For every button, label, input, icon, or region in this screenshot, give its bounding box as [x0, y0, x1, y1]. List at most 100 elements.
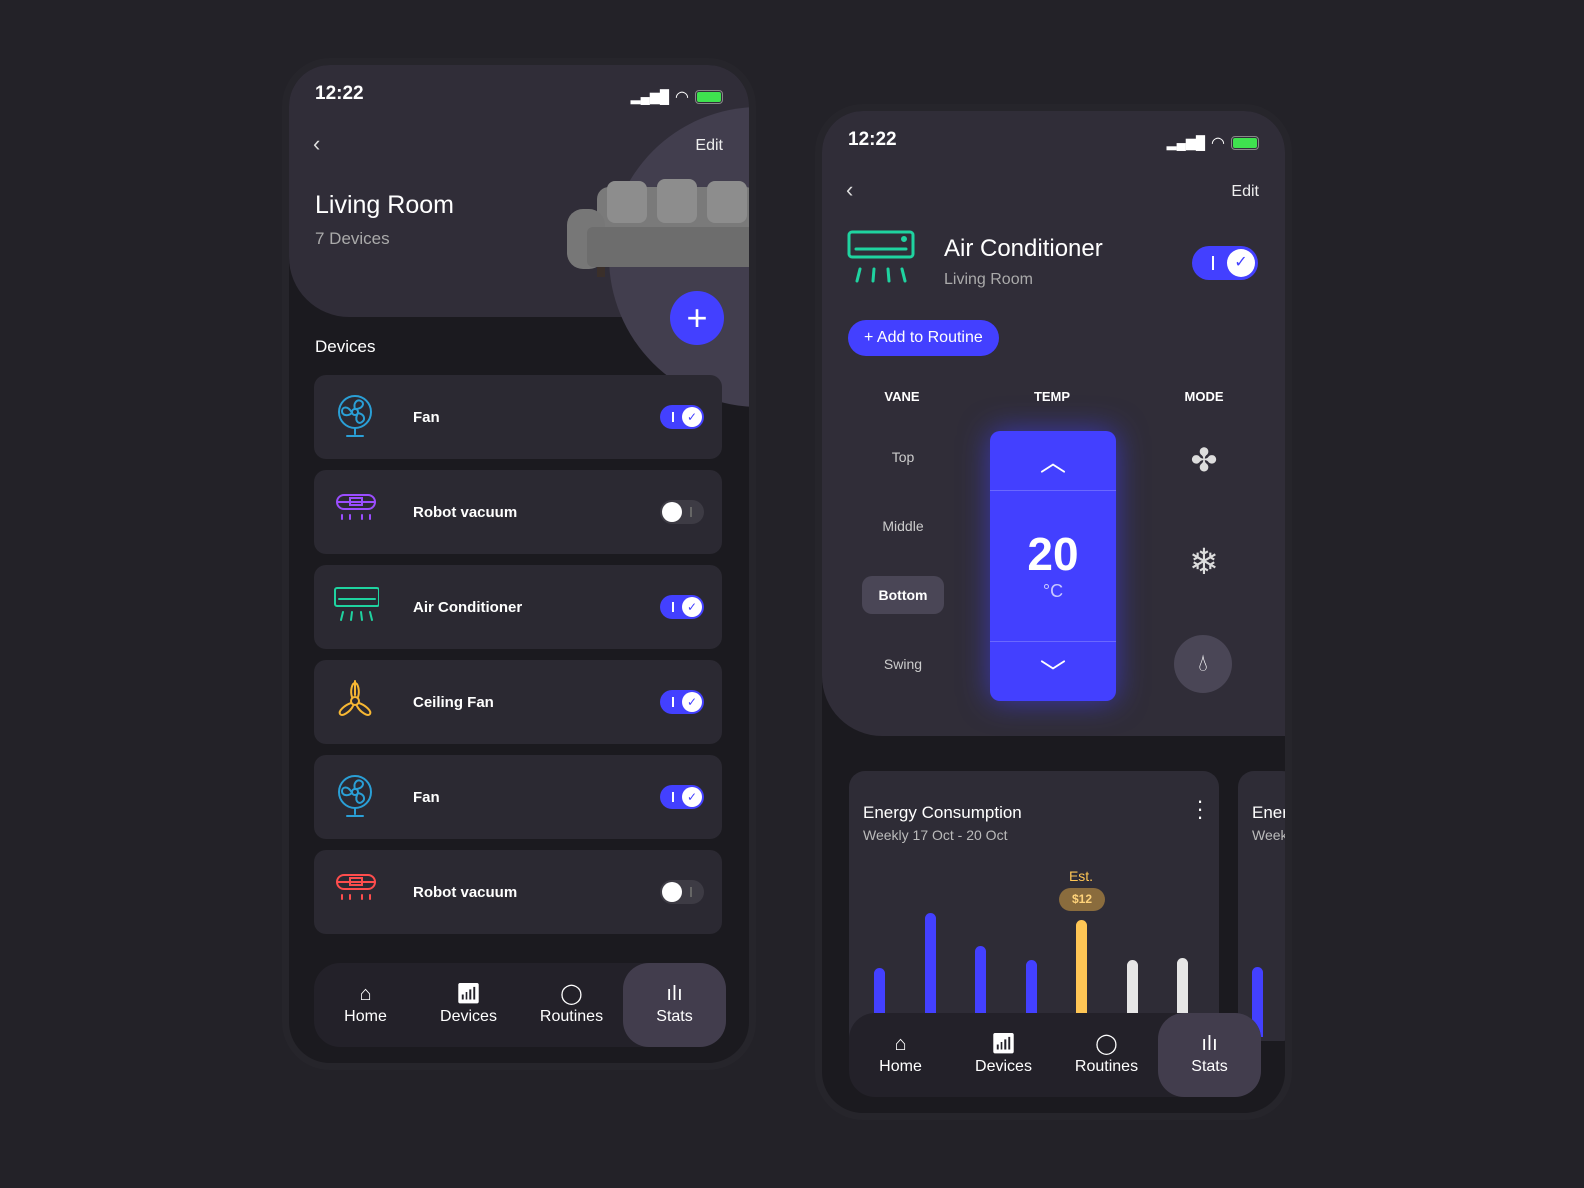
air-conditioner-phone: 12:22 ▂▄▆█ ◠ ‹ Edit Air Conditioner Livin…: [815, 104, 1292, 1120]
device-title: Air Conditioner: [944, 235, 1103, 262]
room-title: Living Room: [315, 191, 454, 219]
mode-fan-button[interactable]: ✤: [1174, 441, 1234, 485]
device-name: Ceiling Fan: [413, 693, 494, 711]
nav-devices[interactable]: 📶︎ Devices: [952, 1013, 1055, 1097]
energy-bar[interactable]: [924, 913, 936, 1013]
ceiling-fan-icon: [314, 679, 398, 725]
nav-label: Devices: [440, 1008, 497, 1025]
edit-button[interactable]: Edit: [695, 137, 723, 155]
device-name: Robot vacuum: [413, 503, 518, 521]
device-count: 7 Devices: [315, 229, 390, 248]
estimate-label: Est.: [1068, 868, 1094, 884]
temp-value: 20: [1027, 528, 1079, 580]
device-toggle[interactable]: ✓: [660, 405, 704, 429]
mode-dry-button[interactable]: 💧︎: [1174, 635, 1232, 693]
device-row[interactable]: Robot vacuum: [314, 850, 722, 934]
energy-bar[interactable]: [1025, 960, 1037, 1013]
battery-icon: [695, 90, 723, 104]
device-toggle[interactable]: [660, 500, 704, 524]
temperature-control: ︿ 20 °C ﹀: [990, 431, 1116, 701]
device-toggle[interactable]: [660, 880, 704, 904]
device-row[interactable]: Air Conditioner ✓: [314, 565, 722, 649]
device-name: Fan: [413, 408, 440, 426]
mode-cool-button[interactable]: ❄: [1174, 541, 1234, 585]
home-icon: ⌂: [894, 1033, 907, 1055]
add-to-routine-button[interactable]: + Add to Routine: [848, 320, 999, 356]
status-time: 12:22: [848, 129, 897, 150]
fan-icon: [314, 394, 398, 440]
energy-subtitle: Weekly 17 Oct - 20 Oct: [863, 827, 1008, 843]
temp-header: TEMP: [1033, 389, 1071, 404]
temp-up-button[interactable]: ︿: [990, 431, 1116, 491]
vane-option-middle[interactable]: Middle: [862, 507, 944, 545]
add-device-button[interactable]: +: [670, 291, 724, 345]
home-icon: ⌂: [359, 983, 372, 1005]
nav-label: Routines: [539, 1008, 604, 1025]
wifi-icon: ◠: [675, 89, 689, 106]
vane-option-bottom[interactable]: Bottom: [862, 576, 944, 614]
device-name: Fan: [413, 788, 440, 806]
device-row[interactable]: Fan ✓: [314, 755, 722, 839]
device-toggle[interactable]: ✓: [660, 690, 704, 714]
robot-vacuum-icon: [314, 869, 398, 915]
nav-routines[interactable]: ◯ Routines: [520, 963, 623, 1047]
wifi-icon: ◠: [1211, 135, 1225, 152]
mode-header: MODE: [1184, 389, 1224, 404]
energy-bar[interactable]: [1126, 960, 1138, 1013]
nav-home[interactable]: ⌂ Home: [849, 1013, 952, 1097]
droplet-icon: 💧︎: [1198, 650, 1208, 677]
device-row[interactable]: Ceiling Fan ✓: [314, 660, 722, 744]
remote-icon: 📶︎: [990, 1033, 1017, 1055]
bottom-nav: ⌂ Home 📶︎ Devices ◯ Routines ıǀı Stats: [314, 963, 726, 1047]
nav-label: Routines: [1074, 1058, 1139, 1075]
nav-label: Home: [879, 1058, 922, 1075]
bottom-nav: ⌂ Home 📶︎ Devices ◯ Routines ıǀı Stats: [849, 1013, 1261, 1097]
energy-bar[interactable]: [1076, 920, 1087, 1013]
vane-option-top[interactable]: Top: [862, 438, 944, 476]
energy-bar[interactable]: [1177, 958, 1188, 1013]
battery-icon: [1231, 136, 1259, 150]
devices-heading: Devices: [315, 337, 376, 356]
nav-routines[interactable]: ◯ Routines: [1055, 1013, 1158, 1097]
device-name: Robot vacuum: [413, 883, 518, 901]
peek-subtitle: Week: [1252, 827, 1288, 843]
energy-title: Energy Consumption: [863, 803, 1022, 822]
temp-down-button[interactable]: ﹀: [990, 641, 1116, 701]
device-toggle[interactable]: ✓: [660, 595, 704, 619]
energy-bar[interactable]: [874, 968, 885, 1013]
temp-unit: °C: [1042, 581, 1064, 601]
nav-label: Stats: [656, 1008, 693, 1025]
stats-icon: ıǀı: [1201, 1033, 1218, 1055]
ac-power-toggle[interactable]: ✓: [1192, 246, 1258, 280]
chevron-up-icon: ︿: [1039, 447, 1066, 477]
device-row[interactable]: Fan ✓: [314, 375, 722, 459]
device-toggle[interactable]: ✓: [660, 785, 704, 809]
fan-mode-icon: ✤: [1190, 442, 1218, 478]
device-row[interactable]: Robot vacuum: [314, 470, 722, 554]
energy-card-peek: Ener Week: [1238, 771, 1288, 1041]
routines-icon: ◯: [1095, 1033, 1118, 1055]
signal-icon: ▂▄▆█: [1166, 135, 1206, 150]
back-button[interactable]: ‹: [313, 131, 320, 157]
nav-stats[interactable]: ıǀı Stats: [1158, 1013, 1261, 1097]
nav-label: Devices: [975, 1058, 1032, 1075]
nav-label: Home: [344, 1008, 387, 1025]
edit-button[interactable]: Edit: [1231, 183, 1259, 201]
nav-label: Stats: [1191, 1058, 1228, 1075]
status-time: 12:22: [315, 83, 364, 104]
vane-option-swing[interactable]: Swing: [862, 645, 944, 683]
air-conditioner-icon: [314, 584, 398, 630]
nav-home[interactable]: ⌂ Home: [314, 963, 417, 1047]
more-options-icon[interactable]: · · ·: [1195, 790, 1205, 828]
status-icons: ▂▄▆█ ◠: [631, 87, 723, 107]
estimate-badge: $12: [1059, 888, 1105, 911]
sofa-image: [567, 179, 749, 277]
device-name: Air Conditioner: [413, 598, 523, 616]
routines-icon: ◯: [560, 983, 583, 1005]
nav-stats[interactable]: ıǀı Stats: [623, 963, 726, 1047]
nav-devices[interactable]: 📶︎ Devices: [417, 963, 520, 1047]
energy-bar[interactable]: [975, 946, 986, 1013]
device-room: Living Room: [944, 271, 1033, 288]
chevron-down-icon: ﹀: [1039, 658, 1066, 688]
back-button[interactable]: ‹: [846, 177, 853, 203]
